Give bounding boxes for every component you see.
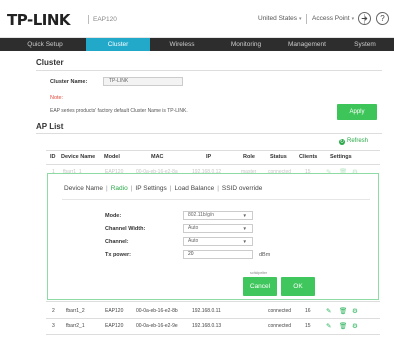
logout-icon[interactable]: ➜ [358, 12, 371, 25]
refresh-label: Refresh [347, 138, 369, 144]
tab-monitoring[interactable]: Monitoring [214, 38, 278, 51]
col-clients: Clients [299, 154, 318, 160]
tab-system[interactable]: System [340, 38, 390, 51]
note-label: Note: [50, 95, 64, 101]
country-value: United States [258, 15, 298, 22]
cell-clients: 16 [305, 308, 311, 314]
divider [36, 70, 382, 71]
divider [62, 199, 370, 200]
tx-power-label: Tx power: [105, 252, 131, 258]
cell-mac: 00-0a-eb-16-e2-9e [136, 323, 178, 329]
mode-value: Access Point [312, 15, 350, 22]
top-bar: TP-LINK EAP120 United States ▾ Access Poi… [0, 0, 394, 38]
chevron-down-icon: ▼ [242, 226, 247, 231]
cluster-name-label: Cluster Name: [50, 79, 88, 85]
cell-clients: 15 [305, 323, 311, 329]
channel-width-select[interactable]: Auto ▼ [183, 224, 253, 233]
col-status: Status [270, 154, 287, 160]
note-text: EAP series products' factory default Clu… [50, 108, 188, 114]
col-model: Model [104, 154, 120, 160]
cluster-title: Cluster [36, 58, 64, 67]
table-header-line [46, 164, 380, 165]
apply-button[interactable]: Apply [337, 104, 377, 120]
gear-icon[interactable]: ⚙ [352, 307, 358, 315]
help-icon[interactable]: ? [376, 12, 389, 25]
cell-status: connected [268, 308, 292, 314]
mode-label: Mode: [105, 213, 122, 219]
cell-ip: 192.168.0.11 [192, 308, 221, 314]
channel-value: Auto [188, 238, 199, 244]
main-nav: Quick Setup Cluster Wireless Monitoring … [0, 38, 394, 51]
col-id: ID [50, 154, 56, 160]
channel-label: Channel: [105, 239, 129, 245]
divider [46, 318, 380, 319]
divider [46, 301, 380, 302]
country-select[interactable]: United States ▾ [258, 15, 302, 22]
cancel-button[interactable]: Cancel [243, 277, 277, 296]
cell-mac: 00-0a-eb-16-e2-8b [136, 308, 178, 314]
cell-model: EAP120 [105, 323, 124, 329]
trash-icon[interactable]: 🗑 [339, 307, 347, 315]
tab-quick-setup[interactable]: Quick Setup [14, 38, 76, 51]
cell-ip: 192.168.0.13 [192, 323, 222, 329]
col-ip: IP [206, 154, 212, 160]
col-device-name: Device Name [61, 154, 96, 160]
subtab-load-balance[interactable]: Load Balance [174, 185, 214, 192]
chevron-down-icon: ▾ [299, 16, 302, 22]
mode-select-value: 802.11b/g/n [188, 212, 215, 218]
chevron-down-icon: ▼ [242, 213, 247, 218]
tab-cluster[interactable]: Cluster [86, 38, 150, 51]
device-model: EAP120 [88, 15, 117, 24]
gear-icon[interactable]: ⚙ [352, 322, 358, 330]
cell-id: 2 [52, 308, 55, 314]
tab-wireless[interactable]: Wireless [152, 38, 212, 51]
tab-management[interactable]: Management [275, 38, 339, 51]
edit-icon[interactable]: ✎ [326, 307, 331, 315]
refresh-button[interactable]: ↻ Refresh [339, 138, 368, 145]
subtab-ssid-override[interactable]: SSID override [222, 185, 262, 192]
aplist-title: AP List [36, 122, 64, 131]
edit-icon[interactable]: ✎ [326, 322, 331, 330]
divider [306, 14, 307, 24]
cell-name: fbarr2_1 [66, 323, 85, 329]
cell-id: 3 [52, 323, 55, 329]
subtab-device-name[interactable]: Device Name [64, 185, 103, 192]
panel-subtabs: Device Name | Radio | IP Settings | Load Balan… [64, 185, 263, 192]
cell-name: fbarr1_2 [66, 308, 85, 314]
col-role: Role [243, 154, 255, 160]
cell-status: connected [268, 323, 292, 329]
mode-select[interactable]: 802.11b/g/n ▼ [183, 211, 253, 220]
brand-logo: TP-LINK [7, 11, 71, 29]
tooltip-text: sohldpelter [250, 271, 268, 275]
refresh-icon: ↻ [339, 139, 345, 145]
trash-icon[interactable]: 🗑 [339, 322, 347, 330]
subtab-ip-settings[interactable]: IP Settings [135, 185, 166, 192]
divider [46, 334, 380, 335]
ok-button[interactable]: OK [281, 277, 315, 296]
channel-select[interactable]: Auto ▼ [183, 237, 253, 246]
col-settings: Settings [330, 154, 352, 160]
subtab-radio[interactable]: Radio [111, 185, 128, 192]
cluster-name-input[interactable]: TP-LINK [103, 77, 183, 86]
divider [36, 133, 382, 134]
tx-power-unit: dBm [259, 252, 271, 258]
table-top-line [46, 150, 380, 151]
channel-width-label: Channel Width: [105, 226, 146, 232]
chevron-down-icon: ▼ [242, 239, 247, 244]
tx-power-input[interactable]: 20 [183, 250, 253, 259]
channel-width-value: Auto [188, 225, 199, 231]
cell-model: EAP120 [105, 308, 124, 314]
mode-select[interactable]: Access Point ▾ [312, 15, 354, 22]
chevron-down-icon: ▾ [351, 16, 355, 22]
col-mac: MAC [151, 154, 164, 160]
